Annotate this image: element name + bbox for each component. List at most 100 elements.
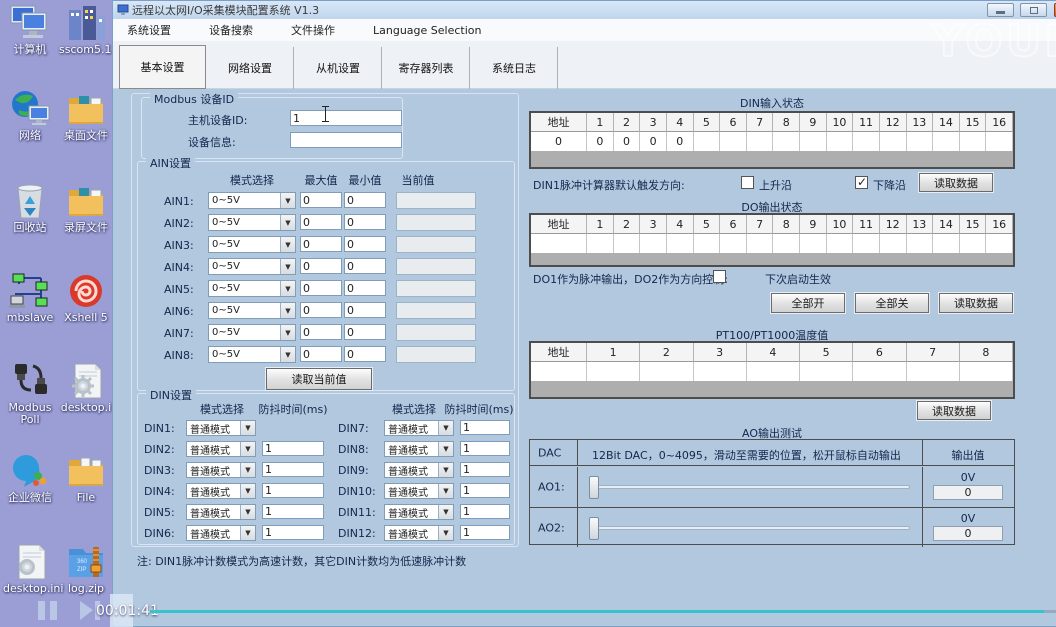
din-mode-select[interactable]: 普通模式 ▼ <box>384 504 454 520</box>
din-mode-select[interactable]: 普通模式 ▼ <box>384 420 454 436</box>
din-mode-select[interactable]: 普通模式 ▼ <box>384 441 454 457</box>
chevron-down-icon[interactable]: ▼ <box>280 303 295 318</box>
din-debounce-input[interactable] <box>460 483 510 498</box>
chevron-down-icon[interactable]: ▼ <box>438 505 453 519</box>
ao2-slider-track[interactable] <box>590 526 910 530</box>
ain-mode-select[interactable]: 0~5V ▼ <box>208 346 296 363</box>
ain-max-input[interactable] <box>300 346 342 362</box>
tab-network-settings[interactable]: 网络设置 <box>207 47 294 89</box>
ain-mode-select[interactable]: 0~5V ▼ <box>208 236 296 253</box>
chevron-down-icon[interactable]: ▼ <box>438 526 453 540</box>
chevron-down-icon[interactable]: ▼ <box>280 259 295 274</box>
desktop-icon-wechat-work[interactable]: 企业微信 <box>3 452 57 504</box>
ain-mode-select[interactable]: 0~5V ▼ <box>208 280 296 297</box>
host-id-label: 主机设备ID: <box>188 112 247 128</box>
chevron-down-icon[interactable]: ▼ <box>438 463 453 477</box>
read-do-data-button[interactable]: 读取数据 <box>939 293 1013 313</box>
ao1-slider-track[interactable] <box>590 485 910 489</box>
rising-edge-checkbox[interactable] <box>741 176 754 189</box>
chevron-down-icon[interactable]: ▼ <box>438 421 453 435</box>
desktop-icon-screen-record-files[interactable]: 录屏文件 <box>59 182 113 234</box>
all-off-button[interactable]: 全部关 <box>855 293 929 313</box>
title-bar[interactable]: 远程以太网I/O采集模块配置系统 V1.3 × <box>113 1 1056 19</box>
menu-file-operations[interactable]: 文件操作 <box>291 22 335 38</box>
chevron-down-icon[interactable]: ▼ <box>438 484 453 498</box>
menu-device-search[interactable]: 设备搜索 <box>209 22 253 38</box>
ain-mode-select[interactable]: 0~5V ▼ <box>208 192 296 209</box>
desktop-icon-network[interactable]: 网络 <box>3 90 57 142</box>
cable-connectors-icon <box>9 362 51 400</box>
ao1-slider-thumb[interactable] <box>589 476 599 499</box>
din-debounce-input[interactable] <box>460 504 510 519</box>
din-debounce-input[interactable] <box>460 462 510 477</box>
din-debounce-input[interactable] <box>460 525 510 540</box>
ain-min-input[interactable] <box>344 302 386 318</box>
chevron-down-icon[interactable]: ▼ <box>280 215 295 230</box>
ain-max-input[interactable] <box>300 280 342 296</box>
desktop-icon-sscom[interactable]: sscom5.13 <box>59 4 113 56</box>
ain-current-value <box>396 236 476 253</box>
desktop-icon-computer[interactable]: 计算机 <box>3 4 57 56</box>
menu-system-settings[interactable]: 系统设置 <box>127 22 171 38</box>
ain-max-input[interactable] <box>300 302 342 318</box>
ain-min-input[interactable] <box>344 192 386 208</box>
do-pulse-mode-checkbox[interactable] <box>713 270 726 283</box>
desktop-icon-mbslave[interactable]: mbslave <box>3 272 57 324</box>
tab-slave-settings[interactable]: 从机设置 <box>295 47 382 89</box>
icon-label: mbslave <box>3 312 57 324</box>
chevron-down-icon[interactable]: ▼ <box>280 237 295 252</box>
chevron-down-icon[interactable]: ▼ <box>280 281 295 296</box>
ao-header-out-cell: 输出值 <box>922 440 1014 465</box>
chevron-down-icon[interactable]: ▼ <box>280 325 295 340</box>
din-mode-select[interactable]: 普通模式 ▼ <box>384 525 454 541</box>
chevron-down-icon[interactable]: ▼ <box>438 442 453 456</box>
ain-mode-select[interactable]: 0~5V ▼ <box>208 302 296 319</box>
do-status-table: 地址12345678910111213141516 <box>529 213 1015 267</box>
desktop-icon-file[interactable]: File <box>59 452 113 504</box>
pause-icon[interactable] <box>38 601 62 620</box>
desktop-icon-modbus-poll[interactable]: Modbus Poll <box>3 362 57 426</box>
desktop-icon-log-zip[interactable]: 360 ZIP log.zip <box>59 543 113 595</box>
desktop-icon-desktop-files[interactable]: 桌面文件 <box>59 90 113 142</box>
ain-max-input[interactable] <box>300 258 342 274</box>
ain-min-input[interactable] <box>344 324 386 340</box>
desktop-icon-desktop-ini-top[interactable]: desktop.i <box>59 362 113 414</box>
falling-edge-checkbox[interactable] <box>855 176 868 189</box>
ain-min-input[interactable] <box>344 258 386 274</box>
chevron-down-icon[interactable]: ▼ <box>280 347 295 362</box>
progress-bar[interactable] <box>150 610 1044 613</box>
desktop-icon-recycle-bin[interactable]: 回收站 <box>3 182 57 234</box>
menu-language-selection[interactable]: Language Selection <box>373 24 481 37</box>
ain-max-input[interactable] <box>300 192 342 208</box>
ain-max-input[interactable] <box>300 236 342 252</box>
minimize-button[interactable] <box>987 3 1014 17</box>
chevron-down-icon[interactable]: ▼ <box>280 193 295 208</box>
read-pt-data-button[interactable]: 读取数据 <box>917 401 991 420</box>
table-cell <box>853 234 880 253</box>
desktop-icon-xshell[interactable]: Xshell 5 <box>59 272 113 324</box>
read-current-values-button[interactable]: 读取当前值 <box>266 368 372 390</box>
host-id-input[interactable] <box>290 110 402 126</box>
desktop-icon-desktop-ini[interactable]: desktop.ini <box>3 543 57 595</box>
ain-mode-select[interactable]: 0~5V ▼ <box>208 214 296 231</box>
read-din-data-button[interactable]: 读取数据 <box>919 173 993 192</box>
ain-min-input[interactable] <box>344 280 386 296</box>
all-on-button[interactable]: 全部开 <box>771 293 845 313</box>
din-mode-select[interactable]: 普通模式 ▼ <box>384 483 454 499</box>
ain-mode-select[interactable]: 0~5V ▼ <box>208 258 296 275</box>
ain-max-input[interactable] <box>300 214 342 230</box>
din-debounce-input[interactable] <box>460 420 510 435</box>
ain-min-input[interactable] <box>344 236 386 252</box>
ain-mode-select[interactable]: 0~5V ▼ <box>208 324 296 341</box>
maximize-button[interactable] <box>1020 3 1047 17</box>
ain-min-input[interactable] <box>344 214 386 230</box>
tab-basic-settings[interactable]: 基本设置 <box>119 45 206 89</box>
ain-min-input[interactable] <box>344 346 386 362</box>
din-debounce-input[interactable] <box>460 441 510 456</box>
ao2-slider-thumb[interactable] <box>589 517 599 540</box>
tab-register-list[interactable]: 寄存器列表 <box>383 47 470 89</box>
din-mode-select[interactable]: 普通模式 ▼ <box>384 462 454 478</box>
device-info-input[interactable] <box>290 132 402 148</box>
tab-system-log[interactable]: 系统日志 <box>471 47 558 89</box>
ain-max-input[interactable] <box>300 324 342 340</box>
